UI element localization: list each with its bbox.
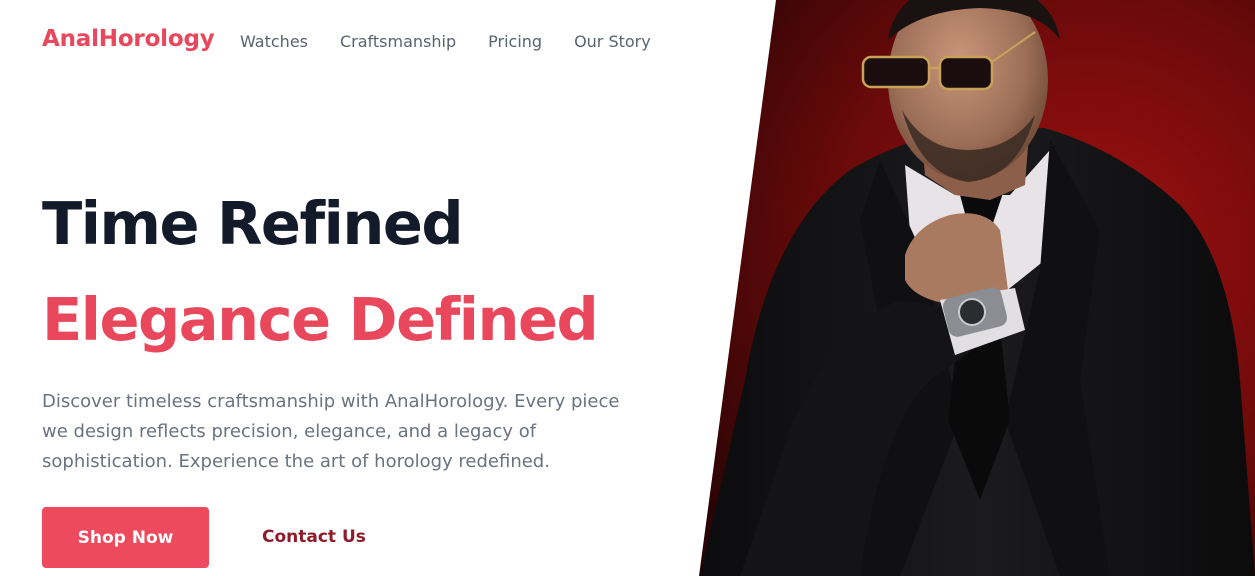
landing-page: AnalHorology Watches Craftsmanship Prici… <box>0 0 1255 576</box>
nav-item-watches[interactable]: Watches <box>240 32 308 51</box>
hero-description: Discover timeless craftsmanship with Ana… <box>42 391 620 472</box>
brand-logo[interactable]: AnalHorology <box>42 26 215 52</box>
nav-item-our-story[interactable]: Our Story <box>574 32 651 51</box>
hero-headline-line1: Time Refined <box>42 189 464 258</box>
hero-headline-line2: Elegance Defined <box>42 285 599 354</box>
contact-us-button[interactable]: Contact Us <box>262 527 366 547</box>
nav-item-pricing[interactable]: Pricing <box>488 32 542 51</box>
shop-now-button[interactable]: Shop Now <box>42 507 209 568</box>
main-nav: Watches Craftsmanship Pricing Our Story <box>240 32 651 51</box>
nav-item-craftsmanship[interactable]: Craftsmanship <box>340 32 456 51</box>
